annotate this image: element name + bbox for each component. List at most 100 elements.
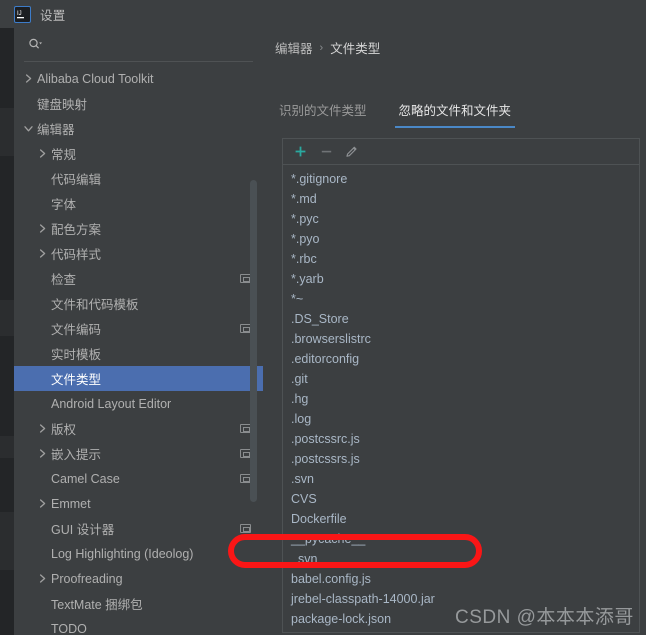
chevron-right-icon[interactable] bbox=[36, 247, 49, 260]
sidebar-item-22[interactable]: TODO bbox=[14, 616, 263, 635]
sidebar-item-label: 配色方案 bbox=[51, 223, 102, 237]
sidebar-item-label: 版权 bbox=[51, 423, 77, 437]
list-item[interactable]: *.rbc bbox=[283, 249, 639, 269]
list-item[interactable]: __pycache__ bbox=[283, 529, 639, 549]
sidebar-item-label: Android Layout Editor bbox=[51, 396, 172, 411]
add-button[interactable] bbox=[289, 141, 311, 163]
sidebar-item-label: 嵌入提示 bbox=[51, 448, 102, 462]
chevron-down-icon[interactable] bbox=[22, 122, 35, 135]
sidebar-item-label: TextMate 捆绑包 bbox=[51, 598, 143, 612]
sidebar-item-label: 文件类型 bbox=[51, 373, 102, 387]
sidebar-item-label: 字体 bbox=[51, 198, 77, 212]
sidebar-item-13[interactable]: Android Layout Editor bbox=[14, 391, 263, 416]
sidebar-item-6[interactable]: 配色方案 bbox=[14, 216, 263, 241]
sidebar-item-label: 文件和代码模板 bbox=[51, 298, 139, 312]
list-item[interactable]: *.yarb bbox=[283, 269, 639, 289]
sidebar-item-16[interactable]: Camel Case bbox=[14, 466, 263, 491]
list-item[interactable]: Dockerfile bbox=[283, 509, 639, 529]
intellij-idea-icon: IJ bbox=[14, 5, 31, 23]
sidebar-item-0[interactable]: Alibaba Cloud Toolkit bbox=[14, 66, 263, 91]
pencil-icon bbox=[346, 146, 357, 157]
list-item[interactable]: .editorconfig bbox=[283, 349, 639, 369]
sidebar-item-8[interactable]: 检查 bbox=[14, 266, 263, 291]
sidebar-item-7[interactable]: 代码样式 bbox=[14, 241, 263, 266]
sidebar-item-17[interactable]: Emmet bbox=[14, 491, 263, 516]
settings-sync-badge-icon bbox=[240, 524, 251, 533]
list-item[interactable]: .postcssrs.js bbox=[283, 449, 639, 469]
list-item[interactable]: _svn bbox=[283, 549, 639, 569]
sidebar-item-label: TODO bbox=[51, 621, 87, 635]
edit-button[interactable] bbox=[341, 141, 363, 163]
sidebar-item-3[interactable]: 常规 bbox=[14, 141, 263, 166]
sidebar-item-5[interactable]: 字体 bbox=[14, 191, 263, 216]
list-item[interactable]: .git bbox=[283, 369, 639, 389]
list-item[interactable]: *.pyc bbox=[283, 209, 639, 229]
list-item[interactable]: *.md bbox=[283, 189, 639, 209]
breadcrumb-current: 文件类型 bbox=[330, 42, 381, 56]
list-item[interactable]: .DS_Store bbox=[283, 309, 639, 329]
list-item[interactable]: .browserslistrc bbox=[283, 329, 639, 349]
sidebar-item-label: Emmet bbox=[51, 496, 91, 511]
plus-icon bbox=[295, 146, 305, 157]
chevron-right-icon[interactable] bbox=[36, 147, 49, 160]
sidebar-item-21[interactable]: TextMate 捆绑包 bbox=[14, 591, 263, 616]
sidebar-item-label: Alibaba Cloud Toolkit bbox=[37, 71, 154, 86]
sidebar-item-label: 文件编码 bbox=[51, 323, 102, 337]
tab-1[interactable]: 忽略的文件和文件夹 bbox=[394, 100, 516, 128]
sidebar-item-9[interactable]: 文件和代码模板 bbox=[14, 291, 263, 316]
sidebar-item-label: 检查 bbox=[51, 273, 77, 287]
window-title: 设置 bbox=[40, 8, 66, 23]
list-item[interactable]: CVS bbox=[283, 489, 639, 509]
svg-text:IJ: IJ bbox=[17, 11, 22, 17]
chevron-right-icon[interactable] bbox=[22, 72, 35, 85]
sidebar-item-label: 编辑器 bbox=[37, 123, 75, 137]
tab-0[interactable]: 识别的文件类型 bbox=[275, 100, 371, 128]
content-tabs: 识别的文件类型 忽略的文件和文件夹 bbox=[275, 100, 515, 128]
sidebar-item-label: 实时模板 bbox=[51, 348, 102, 362]
ignored-files-panel: *.gitignore *.md *.pyc *.pyo *.rbc *.yarb *~ .D… bbox=[282, 138, 640, 633]
sidebar-item-1[interactable]: 键盘映射 bbox=[14, 91, 263, 116]
list-item[interactable]: *~ bbox=[283, 289, 639, 309]
sidebar-item-15[interactable]: 嵌入提示 bbox=[14, 441, 263, 466]
sidebar-item-20[interactable]: Proofreading bbox=[14, 566, 263, 591]
search-input[interactable] bbox=[49, 37, 253, 52]
sidebar-item-label: GUI 设计器 bbox=[51, 523, 115, 537]
sidebar-item-18[interactable]: GUI 设计器 bbox=[14, 516, 263, 541]
chevron-right-icon[interactable] bbox=[36, 447, 49, 460]
list-item[interactable]: .log bbox=[283, 409, 639, 429]
sidebar-item-11[interactable]: 实时模板 bbox=[14, 341, 263, 366]
remove-button[interactable] bbox=[315, 141, 337, 163]
chevron-right-icon[interactable] bbox=[36, 572, 49, 585]
csdn-watermark: CSDN @本本本添哥 bbox=[455, 607, 634, 628]
sidebar-item-10[interactable]: 文件编码 bbox=[14, 316, 263, 341]
chevron-right-icon[interactable] bbox=[36, 422, 49, 435]
minus-icon bbox=[321, 150, 331, 153]
sidebar-scrollbar-thumb[interactable] bbox=[250, 180, 257, 502]
list-item[interactable]: .postcssrc.js bbox=[283, 429, 639, 449]
sidebar-scrollbar-track[interactable] bbox=[250, 90, 260, 502]
list-item[interactable]: babel.config.js bbox=[283, 569, 639, 589]
settings-tree: Alibaba Cloud Toolkit 键盘映射编辑器常规代码编辑字体配色方案… bbox=[14, 62, 263, 635]
sidebar-item-label: 键盘映射 bbox=[37, 98, 88, 112]
breadcrumb-parent[interactable]: 编辑器 bbox=[275, 38, 313, 57]
ignored-files-list[interactable]: *.gitignore *.md *.pyc *.pyo *.rbc *.yarb *~ .D… bbox=[283, 165, 639, 632]
chevron-right-icon[interactable] bbox=[36, 222, 49, 235]
sidebar-item-label: 常规 bbox=[51, 148, 77, 162]
sidebar-item-19[interactable]: Log Highlighting (Ideolog) bbox=[14, 541, 263, 566]
search-icon bbox=[24, 38, 43, 51]
chevron-right-icon[interactable] bbox=[36, 497, 49, 510]
list-item[interactable]: *.pyo bbox=[283, 229, 639, 249]
list-item[interactable]: .svn bbox=[283, 469, 639, 489]
sidebar-item-label: 代码编辑 bbox=[51, 173, 102, 187]
sidebar-search[interactable] bbox=[24, 28, 253, 62]
window-backdrop-strip bbox=[0, 0, 14, 635]
breadcrumb-separator-icon: › bbox=[319, 41, 324, 54]
sidebar-item-14[interactable]: 版权 bbox=[14, 416, 263, 441]
sidebar-item-2[interactable]: 编辑器 bbox=[14, 116, 263, 141]
list-item[interactable]: *.gitignore bbox=[283, 169, 639, 189]
list-toolbar bbox=[283, 139, 639, 165]
sidebar-item-4[interactable]: 代码编辑 bbox=[14, 166, 263, 191]
breadcrumb: 编辑器 › 文件类型 bbox=[275, 38, 380, 57]
list-item[interactable]: .hg bbox=[283, 389, 639, 409]
sidebar-item-12[interactable]: 文件类型 bbox=[14, 366, 263, 391]
